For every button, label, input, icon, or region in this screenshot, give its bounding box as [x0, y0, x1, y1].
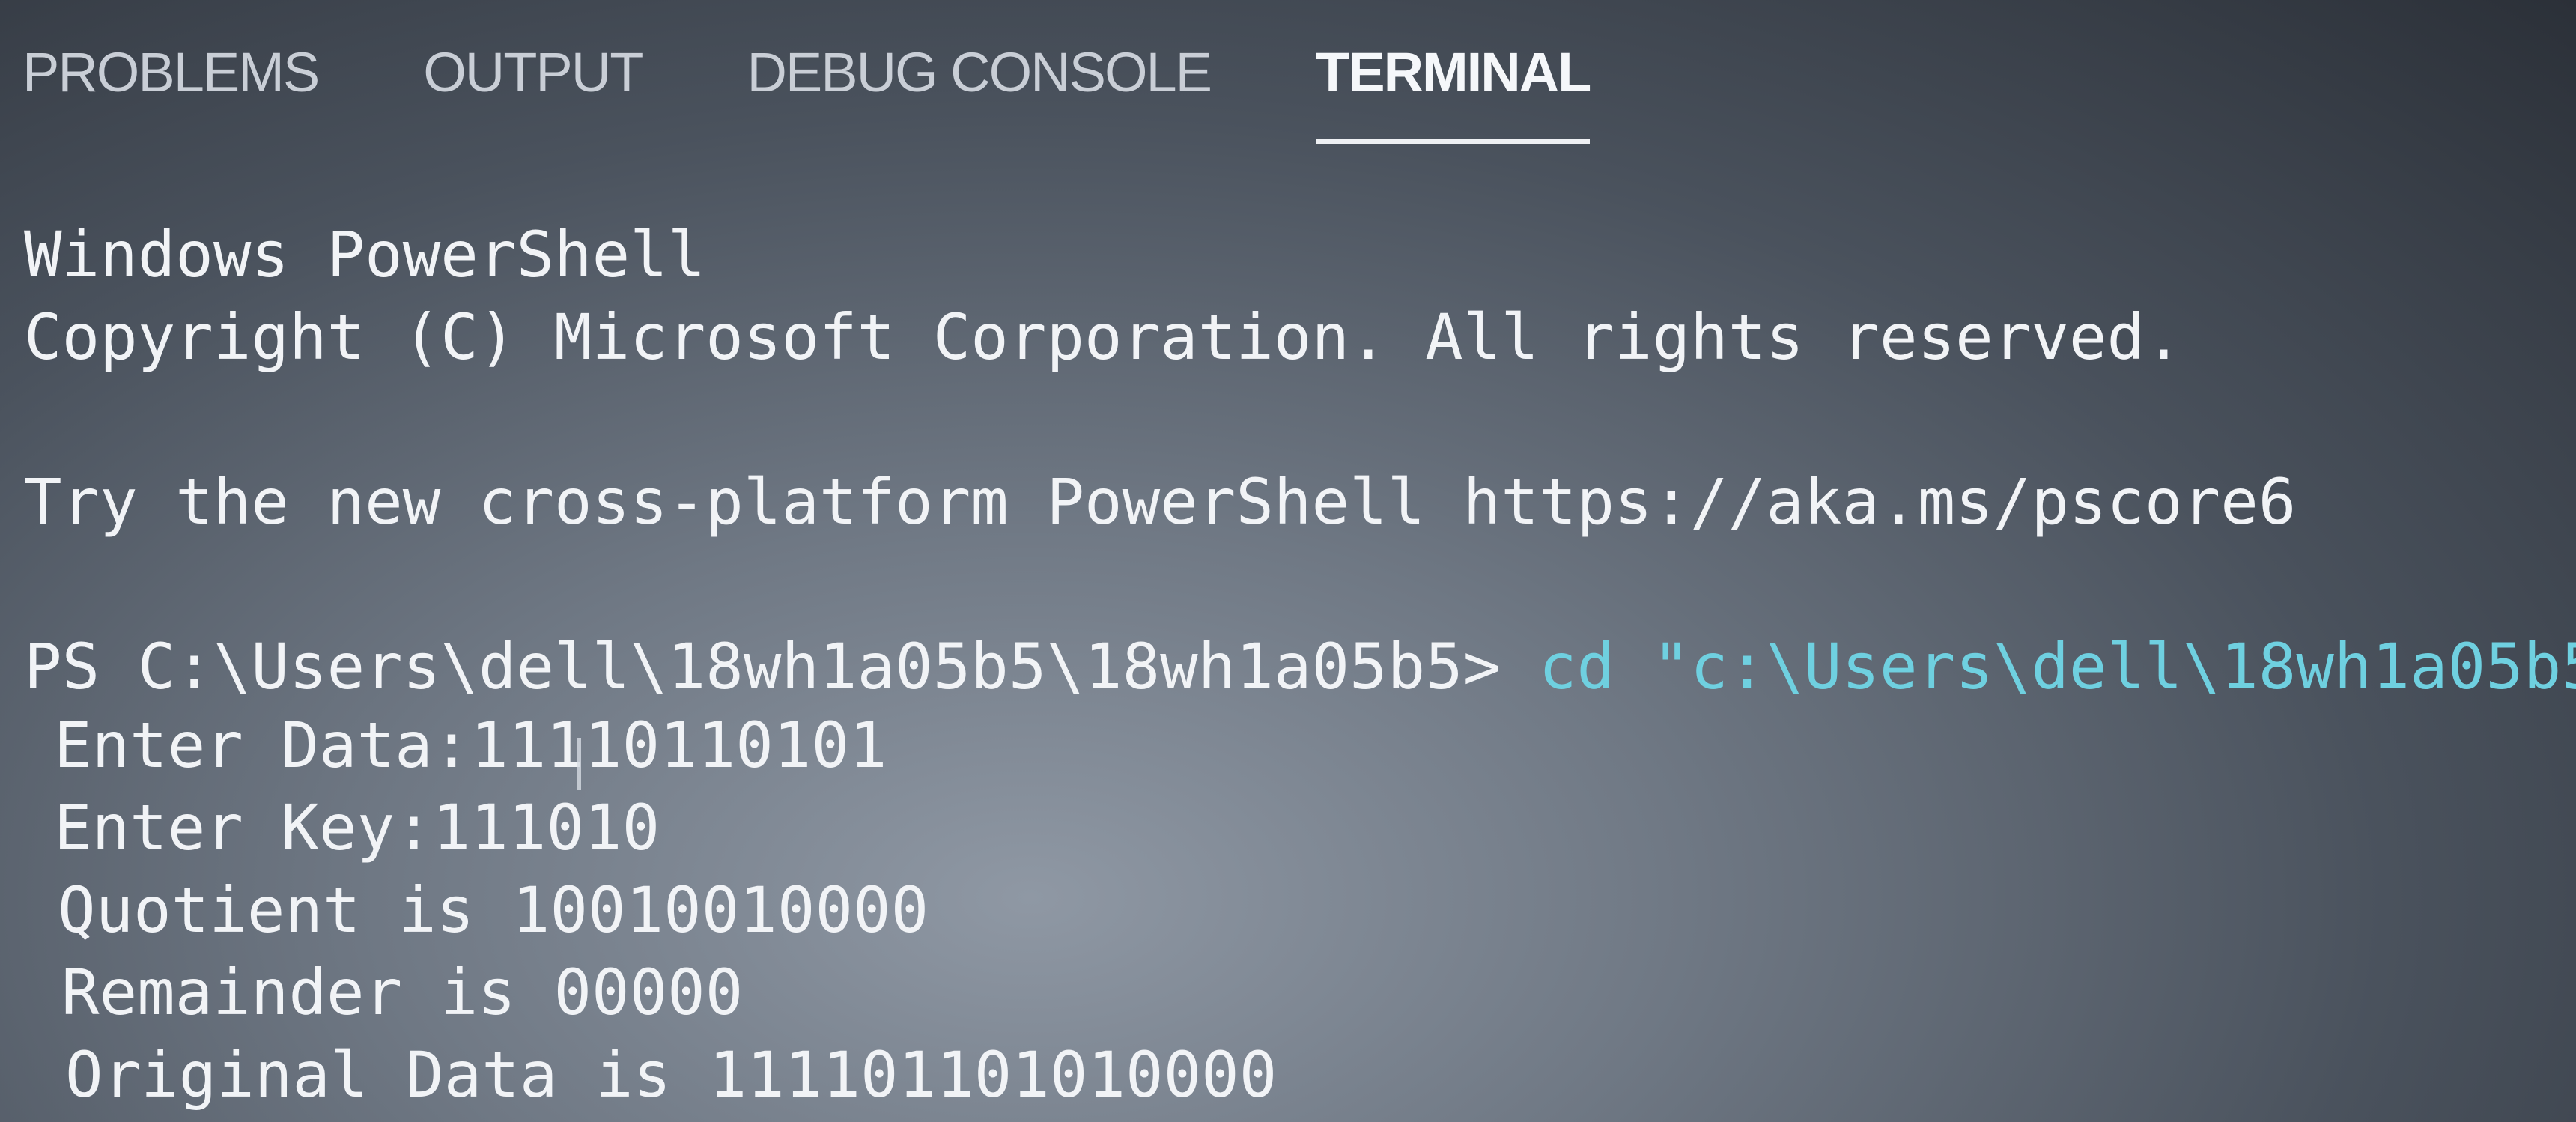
prompt-path: PS C:\Users\dell\18wh1a05b5\18wh1a05b5> — [24, 630, 1501, 703]
output-line: Remainder is 00000 — [61, 956, 744, 1029]
output-line: Enter Data:11110110101 — [54, 709, 887, 782]
banner-copyright: Copyright (C) Microsoft Corporation. All… — [24, 300, 2183, 374]
tab-problems[interactable]: PROBLEMS — [22, 45, 320, 100]
output-line: Enter Key:111010 — [54, 791, 660, 864]
banner-title: Windows PowerShell — [24, 218, 706, 291]
output-line: Quotient is 10010010000 — [58, 873, 929, 947]
tab-debug-console[interactable]: DEBUG CONSOLE — [747, 45, 1212, 100]
terminal-output[interactable]: Windows PowerShell Copyright (C) Microso… — [24, 217, 2576, 1122]
banner-tip: Try the new cross-platform PowerShell ht… — [24, 465, 2297, 539]
prompt-command: cd "c:\Users\dell\18wh1a05b5 — [1501, 630, 2576, 703]
tab-terminal[interactable]: TERMINAL — [1316, 45, 1591, 144]
panel-tab-bar: PROBLEMS OUTPUT DEBUG CONSOLE TERMINAL — [22, 45, 1695, 157]
output-line: Original Data is 111101101010000 — [65, 1038, 1278, 1112]
prompt-line: PS C:\Users\dell\18wh1a05b5\18wh1a05b5> … — [24, 629, 2576, 704]
tab-output[interactable]: OUTPUT — [423, 45, 643, 100]
text-cursor-icon — [577, 738, 581, 790]
